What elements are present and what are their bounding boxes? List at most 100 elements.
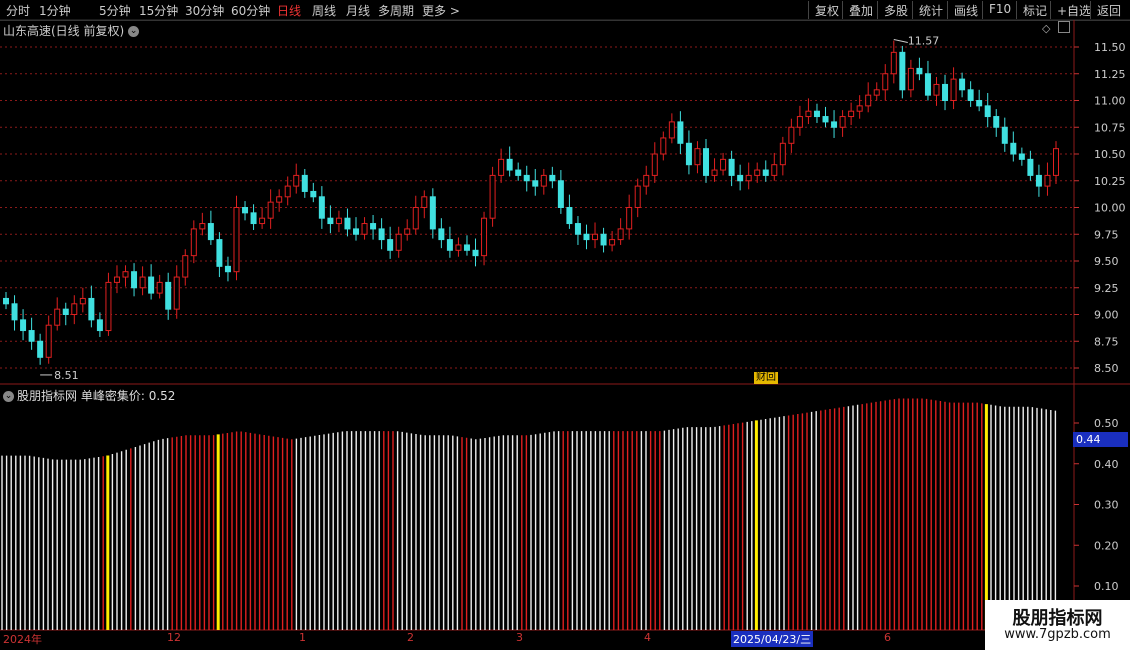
candle-body xyxy=(139,276,146,289)
candle-body xyxy=(685,142,692,166)
candle-body xyxy=(207,223,214,241)
candle-body xyxy=(856,105,863,112)
candle-body xyxy=(353,228,359,235)
candle-body xyxy=(771,164,778,176)
price-tick-label: 11.50 xyxy=(1094,41,1126,54)
candle-body xyxy=(216,239,223,267)
candle-body xyxy=(267,201,274,219)
candle-body xyxy=(899,51,906,91)
crosshair-date: 2025/04/23/三 xyxy=(731,631,814,647)
candle-body xyxy=(506,158,513,171)
candle-body xyxy=(156,281,163,294)
candle-body xyxy=(805,110,812,118)
candle-body xyxy=(165,281,172,310)
candle-body xyxy=(378,228,385,241)
indicator-tick-label: 0.20 xyxy=(1094,539,1119,552)
candle-body xyxy=(88,297,95,321)
candle-body xyxy=(37,340,44,358)
time-label: 2024年 xyxy=(3,633,42,646)
chevron-down-icon[interactable]: ⌄ xyxy=(3,391,14,402)
candle-body xyxy=(344,217,351,230)
candle-body xyxy=(617,228,624,241)
candle-body xyxy=(967,89,974,102)
candle-body xyxy=(131,271,138,289)
indicator-label: ⌄ 股朋指标网 单峰密集价: 0.52 xyxy=(3,387,175,404)
candle-body xyxy=(421,196,428,209)
candle-body xyxy=(387,239,394,251)
price-tick-label: 10.00 xyxy=(1094,202,1126,215)
low-price-label: 8.51 xyxy=(54,369,79,382)
candle-body xyxy=(105,281,112,332)
candle-body xyxy=(600,233,607,246)
candle-body xyxy=(796,116,803,128)
candle-body xyxy=(976,100,983,107)
candle-body xyxy=(293,174,300,187)
high-pointer xyxy=(893,39,908,43)
candle-body xyxy=(1027,158,1034,176)
candle-body xyxy=(643,174,650,187)
kline-chart[interactable]: 11.5011.2511.0010.7510.5010.2510.009.759… xyxy=(0,0,1130,650)
candle-body xyxy=(28,330,35,342)
candle-body xyxy=(1010,142,1017,155)
candle-body xyxy=(574,223,581,235)
candle-body xyxy=(446,239,453,251)
candle-body xyxy=(924,73,931,96)
candle-body xyxy=(173,276,180,310)
time-label: 6 xyxy=(884,631,891,644)
indicator-value: 单峰密集价: 0.52 xyxy=(80,389,176,403)
candle-body xyxy=(788,126,795,144)
candle-body xyxy=(182,255,189,278)
candle-body xyxy=(660,137,667,155)
candle-body xyxy=(1018,153,1025,160)
price-tick-label: 9.75 xyxy=(1094,228,1119,241)
price-tick-label: 10.25 xyxy=(1094,175,1126,188)
watermark: 股朋指标网 www.7gpzb.com xyxy=(985,600,1130,650)
candle-body xyxy=(498,158,505,176)
candle-body xyxy=(3,297,9,305)
candle-body xyxy=(865,94,872,107)
indicator-tick-label: 0.50 xyxy=(1094,417,1119,430)
candle-body xyxy=(813,110,820,118)
candle-body xyxy=(276,196,283,203)
candle-body xyxy=(122,271,129,278)
candle-body xyxy=(728,158,735,176)
candle-body xyxy=(907,67,914,91)
candle-body xyxy=(626,207,633,230)
indicator-tick-label: 0.30 xyxy=(1094,499,1119,512)
time-label: 3 xyxy=(516,631,523,644)
candle-body xyxy=(370,223,377,230)
candle-body xyxy=(993,116,1000,128)
candle-body xyxy=(96,319,103,332)
candle-body xyxy=(472,249,479,257)
candle-body xyxy=(438,228,445,241)
candle-body xyxy=(959,78,966,91)
candle-body xyxy=(890,51,897,75)
candle-body xyxy=(984,105,991,118)
price-tick-label: 9.50 xyxy=(1094,255,1119,268)
time-label: 1 xyxy=(299,631,306,644)
price-tick-label: 9.00 xyxy=(1094,309,1119,322)
candle-body xyxy=(822,116,829,123)
candle-body xyxy=(310,190,317,198)
candle-body xyxy=(62,308,69,315)
candle-body xyxy=(583,233,590,241)
candle-body xyxy=(754,169,761,176)
candle-body xyxy=(694,148,701,166)
candle-body xyxy=(703,148,709,176)
price-tick-label: 11.00 xyxy=(1094,95,1126,108)
candle-body xyxy=(1001,126,1008,144)
candle-body xyxy=(540,174,547,187)
finance-badge[interactable]: 财回 xyxy=(754,372,778,384)
candle-body xyxy=(882,73,889,91)
candle-body xyxy=(848,110,855,118)
candle-body xyxy=(668,121,675,139)
candle-body xyxy=(71,303,78,315)
candle-body xyxy=(592,233,599,241)
candle-body xyxy=(404,228,411,235)
candle-body xyxy=(933,83,940,96)
candle-body xyxy=(489,174,496,219)
candle-body xyxy=(523,174,530,182)
candle-body xyxy=(190,228,197,257)
price-tick-label: 8.50 xyxy=(1094,362,1119,375)
candle-body xyxy=(839,116,846,128)
